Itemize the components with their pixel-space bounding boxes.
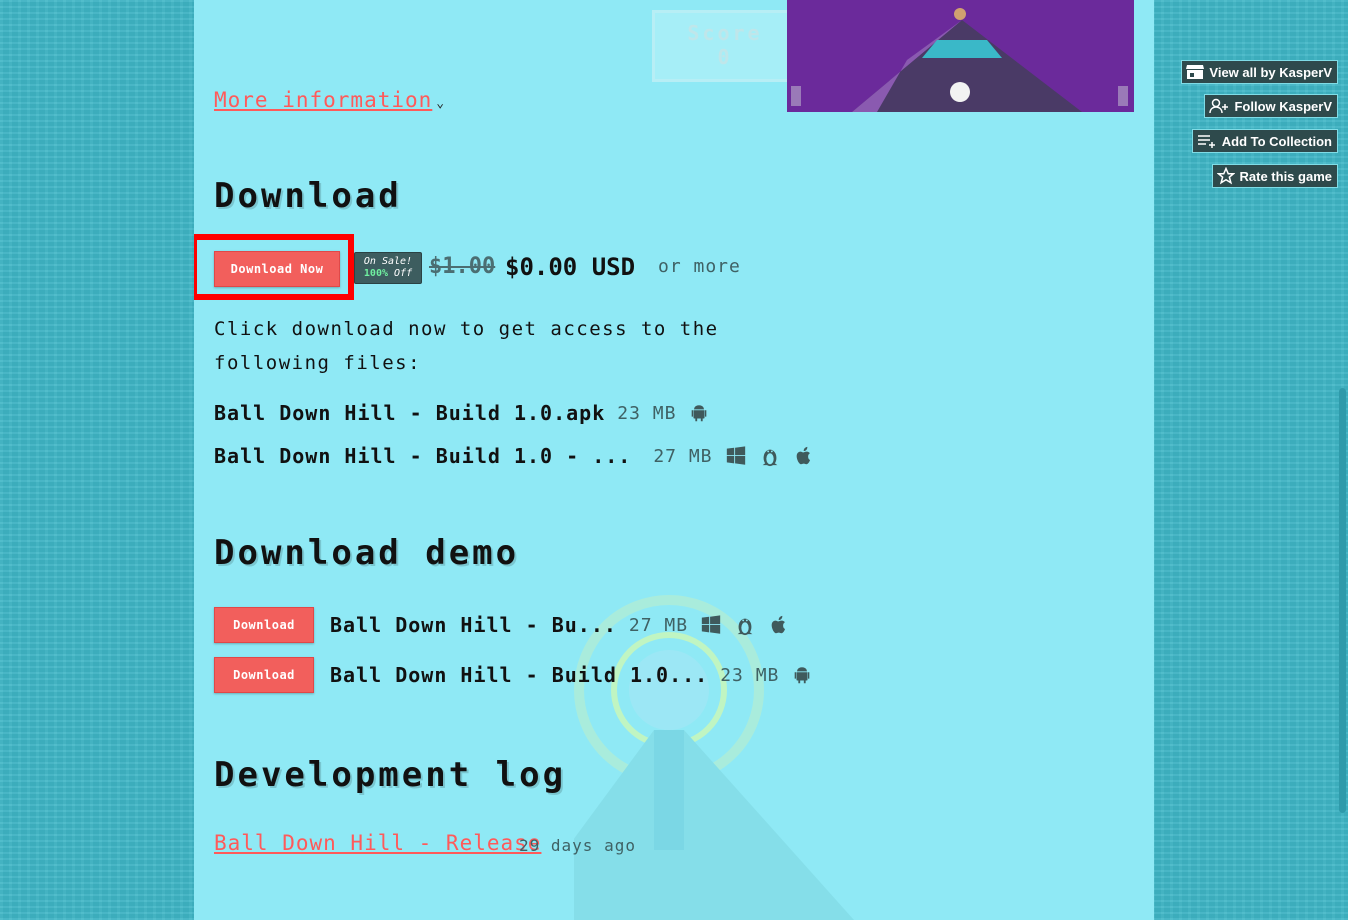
sale-badge-label: On Sale! bbox=[363, 256, 413, 267]
file-name: Ball Down Hill - Build 1.0.apk bbox=[214, 401, 606, 425]
add-to-collection-label: Add To Collection bbox=[1221, 133, 1332, 149]
current-price: $0.00 USD bbox=[505, 253, 636, 281]
devlog-entry-link[interactable]: Ball Down Hill - Release bbox=[214, 831, 541, 855]
file-size: 23 MB bbox=[617, 402, 677, 424]
more-information-label: More information bbox=[214, 88, 433, 112]
devlog-entry-time: 29 days ago bbox=[519, 836, 636, 855]
demo-file-row: Download Ball Down Hill - Bu... 27 MB bbox=[214, 607, 790, 643]
file-name: Ball Down Hill - Build 1.0... bbox=[330, 663, 709, 687]
score-value: 0 bbox=[717, 45, 733, 69]
sale-badge: On Sale! 100% Off bbox=[354, 252, 422, 284]
file-size: 27 MB bbox=[628, 614, 689, 636]
download-demo-heading: Download demo bbox=[214, 533, 520, 573]
chevron-down-icon: ⌄ bbox=[436, 96, 446, 111]
file-row: Ball Down Hill - Build 1.0 - ... 27 MB bbox=[214, 443, 815, 469]
view-all-label: View all by KasperV bbox=[1209, 64, 1332, 80]
add-to-collection-button[interactable]: Add To Collection bbox=[1191, 129, 1338, 153]
file-row: Ball Down Hill - Build 1.0.apk 23 MB bbox=[214, 400, 710, 426]
apple-icon bbox=[796, 446, 810, 465]
playlist-add-icon bbox=[1197, 135, 1215, 148]
page-scrollbar[interactable] bbox=[1339, 388, 1346, 813]
linux-icon bbox=[737, 618, 753, 636]
download-now-button[interactable]: Download Now bbox=[214, 251, 340, 287]
score-label: Score bbox=[687, 21, 763, 45]
user-plus-icon bbox=[1209, 98, 1229, 114]
linux-icon bbox=[762, 449, 777, 467]
original-price: $1.00 bbox=[429, 254, 496, 279]
sale-badge-discount: 100% Off bbox=[363, 268, 413, 279]
game-preview-thumbnail[interactable] bbox=[787, 0, 1134, 112]
rate-game-label: Rate this game bbox=[1239, 168, 1332, 184]
demo-file-row: Download Ball Down Hill - Build 1.0... 2… bbox=[214, 657, 813, 693]
android-icon bbox=[692, 405, 707, 422]
view-all-by-author-button[interactable]: View all by KasperV bbox=[1181, 60, 1338, 84]
rate-game-button[interactable]: Rate this game bbox=[1211, 164, 1338, 188]
demo-download-button[interactable]: Download bbox=[214, 607, 314, 643]
file-name: Ball Down Hill - Build 1.0 - ... bbox=[214, 444, 632, 468]
file-name: Ball Down Hill - Bu... bbox=[330, 613, 617, 637]
demo-download-button[interactable]: Download bbox=[214, 657, 314, 693]
apple-icon bbox=[771, 615, 786, 634]
development-log-heading: Development log bbox=[214, 755, 567, 795]
download-heading: Download bbox=[214, 176, 402, 216]
or-more-label: or more bbox=[658, 256, 741, 277]
store-icon bbox=[1186, 65, 1205, 79]
follow-author-button[interactable]: Follow KasperV bbox=[1204, 94, 1338, 118]
star-icon bbox=[1216, 167, 1235, 185]
download-description: Click download now to get access to the … bbox=[214, 318, 719, 374]
game-score-panel: Score 0 bbox=[652, 10, 798, 82]
main-column: Score 0 More information ⌄ Download Downl… bbox=[194, 0, 1154, 920]
windows-icon bbox=[701, 615, 721, 634]
file-size: 27 MB bbox=[653, 445, 713, 467]
windows-icon bbox=[726, 446, 745, 465]
follow-label: Follow KasperV bbox=[1234, 98, 1332, 114]
android-icon bbox=[795, 667, 810, 684]
file-size: 23 MB bbox=[720, 664, 780, 686]
more-information-link[interactable]: More information ⌄ bbox=[214, 88, 445, 112]
